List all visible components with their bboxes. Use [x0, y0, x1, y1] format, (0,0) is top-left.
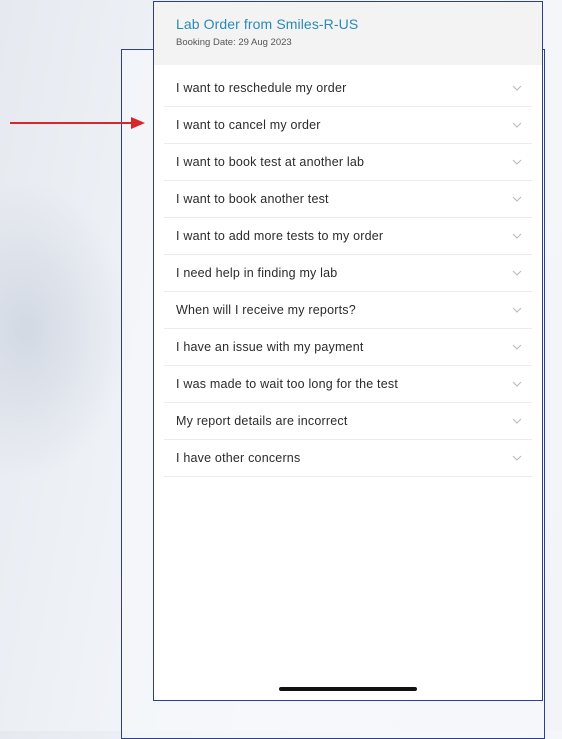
background-blur [0, 180, 130, 480]
chevron-down-icon [512, 344, 522, 350]
option-other-concerns[interactable]: I have other concerns [164, 440, 532, 477]
option-report-details-incorrect[interactable]: My report details are incorrect [164, 403, 532, 440]
option-label: I was made to wait too long for the test [176, 377, 399, 391]
chevron-down-icon [512, 381, 522, 387]
option-payment-issue[interactable]: I have an issue with my payment [164, 329, 532, 366]
order-header: Lab Order from Smiles-R-US Booking Date:… [154, 2, 542, 65]
option-reschedule-order[interactable]: I want to reschedule my order [164, 70, 532, 107]
chevron-down-icon [512, 233, 522, 239]
chevron-down-icon [512, 159, 522, 165]
chevron-down-icon [512, 418, 522, 424]
option-label: I want to book test at another lab [176, 155, 365, 169]
option-label: I have an issue with my payment [176, 340, 364, 354]
option-receive-reports[interactable]: When will I receive my reports? [164, 292, 532, 329]
option-label: I want to cancel my order [176, 118, 321, 132]
option-book-another-test[interactable]: I want to book another test [164, 181, 532, 218]
phone-screen: Lab Order from Smiles-R-US Booking Date:… [153, 1, 543, 701]
option-label: I want to add more tests to my order [176, 229, 384, 243]
option-add-more-tests[interactable]: I want to add more tests to my order [164, 218, 532, 255]
option-label: I want to book another test [176, 192, 329, 206]
chevron-down-icon [512, 455, 522, 461]
help-options-list: I want to reschedule my order I want to … [164, 70, 532, 477]
option-cancel-order[interactable]: I want to cancel my order [164, 107, 532, 144]
option-label: I need help in finding my lab [176, 266, 338, 280]
chevron-down-icon [512, 196, 522, 202]
chevron-down-icon [512, 270, 522, 276]
chevron-down-icon [512, 122, 522, 128]
option-find-lab[interactable]: I need help in finding my lab [164, 255, 532, 292]
home-indicator[interactable] [279, 687, 417, 691]
booking-date: Booking Date: 29 Aug 2023 [176, 37, 292, 48]
option-book-another-lab[interactable]: I want to book test at another lab [164, 144, 532, 181]
option-label: I want to reschedule my order [176, 81, 347, 95]
chevron-down-icon [512, 307, 522, 313]
option-long-wait[interactable]: I was made to wait too long for the test [164, 366, 532, 403]
annotation-arrow-icon [10, 117, 145, 129]
option-label: I have other concerns [176, 451, 301, 465]
order-title: Lab Order from Smiles-R-US [176, 16, 359, 32]
option-label: My report details are incorrect [176, 414, 348, 428]
option-label: When will I receive my reports? [176, 303, 356, 317]
chevron-down-icon [512, 85, 522, 91]
